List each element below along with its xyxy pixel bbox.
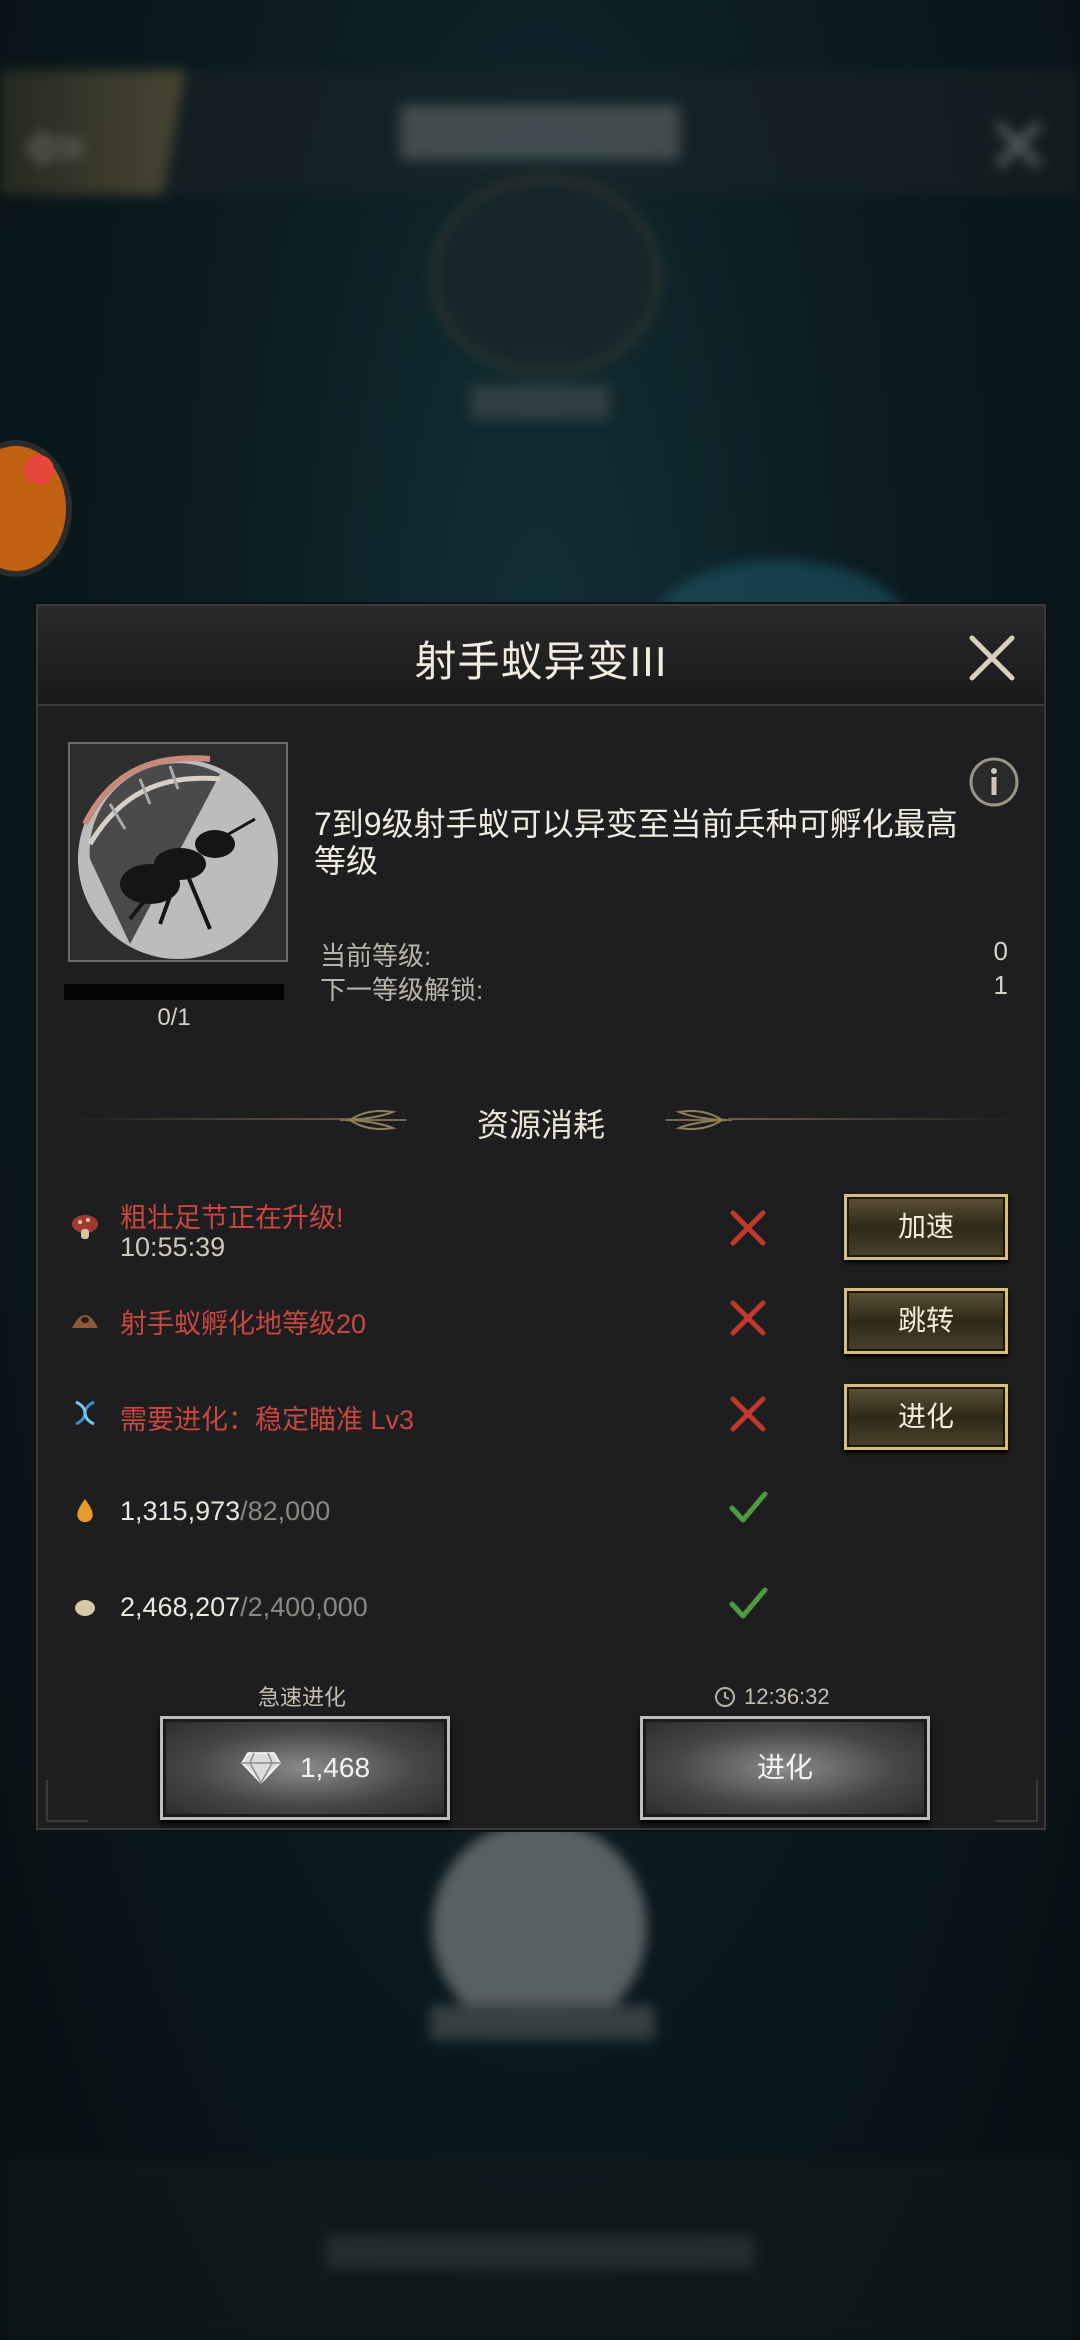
requirement-row: 需要进化：稳定瞄准 Lv3 进化 [38, 1368, 1044, 1458]
speed-up-button[interactable]: 加速 [844, 1194, 1008, 1260]
bg-title [400, 105, 680, 160]
notification-dot [24, 455, 54, 485]
requirement-text: 射手蚁孵化地等级20 [120, 1309, 367, 1339]
cross-icon [730, 1210, 766, 1246]
next-unlock-value: 1 [993, 970, 1008, 1000]
requirements-list[interactable]: 粗壮足节正在升级! 10:55:39 加速 射手蚁孵化地等级20 跳转 需要进化… [38, 1176, 1044, 1676]
current-level-value: 0 [993, 936, 1008, 966]
diamond-icon [241, 1752, 281, 1785]
dialog-title: 射手蚁异变III [414, 638, 668, 685]
check-icon [729, 1491, 768, 1523]
water-drop-icon [77, 1499, 93, 1523]
cross-icon [730, 1396, 766, 1432]
seed-icon [75, 1600, 95, 1616]
requirement-row: 1,315,973/82,000 [38, 1464, 1044, 1554]
bg-unit-portrait [432, 1820, 647, 2035]
section-title: 资源消耗 [476, 1107, 605, 1143]
mutation-dialog: 射手蚁异变III 0/1 7到9级射手蚁可以异变至当前兵种可孵化最高等级 当前等… [36, 604, 1046, 1830]
requirement-text: 粗壮足节正在升级! [120, 1203, 344, 1233]
requirement-row: 2,468,207/2,400,000 [38, 1560, 1044, 1650]
requirement-row: 粗壮足节正在升级! 10:55:39 加速 [38, 1176, 1044, 1266]
mutation-description: 7到9级射手蚁可以异变至当前兵种可孵化最高等级 [314, 806, 958, 879]
bg-back-arrow-icon: ⇦ [25, 107, 84, 185]
next-unlock-label: 下一等级解锁: [320, 975, 484, 1005]
requirement-timer: 10:55:39 [120, 1232, 226, 1262]
requirement-text: 需要进化：稳定瞄准 Lv3 [120, 1405, 415, 1435]
goto-button[interactable]: 跳转 [844, 1288, 1008, 1354]
anthill-icon [72, 1315, 98, 1328]
close-icon [969, 635, 1015, 681]
ant-dna-thumbnail [68, 742, 288, 962]
bg-close-icon: ✕ [985, 102, 1053, 191]
resource-amount: 2,468,207/2,400,000 [120, 1592, 368, 1622]
bg-medal [430, 175, 662, 377]
close-button[interactable] [964, 630, 1020, 686]
divider [728, 1118, 1018, 1120]
evolve-button[interactable]: 进化 [640, 1716, 930, 1820]
dna-icon [75, 1400, 95, 1426]
mushroom-icon [72, 1215, 98, 1239]
evolve-timer: 12:36:32 [714, 1684, 830, 1710]
corner-ornament [46, 1780, 88, 1822]
check-icon [729, 1587, 768, 1619]
progress-text: 0/1 [157, 1004, 191, 1031]
corner-ornament [996, 1780, 1038, 1822]
leaf-ornament-icon [666, 1110, 732, 1130]
progress-bar [64, 984, 284, 1000]
instant-evolve-label: 急速进化 [258, 1685, 347, 1710]
resource-amount: 1,315,973/82,000 [120, 1496, 331, 1526]
clock-icon [715, 1687, 735, 1707]
evolve-skill-button[interactable]: 进化 [844, 1384, 1008, 1450]
current-level-label: 当前等级: [320, 941, 432, 971]
timer-text: 12:36:32 [744, 1684, 830, 1709]
info-icon[interactable] [968, 756, 1020, 808]
gem-cost: 1,468 [299, 1752, 371, 1783]
dialog-header: 射手蚁异变III [38, 606, 1044, 706]
cross-icon [730, 1300, 766, 1336]
instant-evolve-button[interactable]: 1,468 [160, 1716, 450, 1820]
requirement-row: 射手蚁孵化地等级20 跳转 [38, 1272, 1044, 1362]
